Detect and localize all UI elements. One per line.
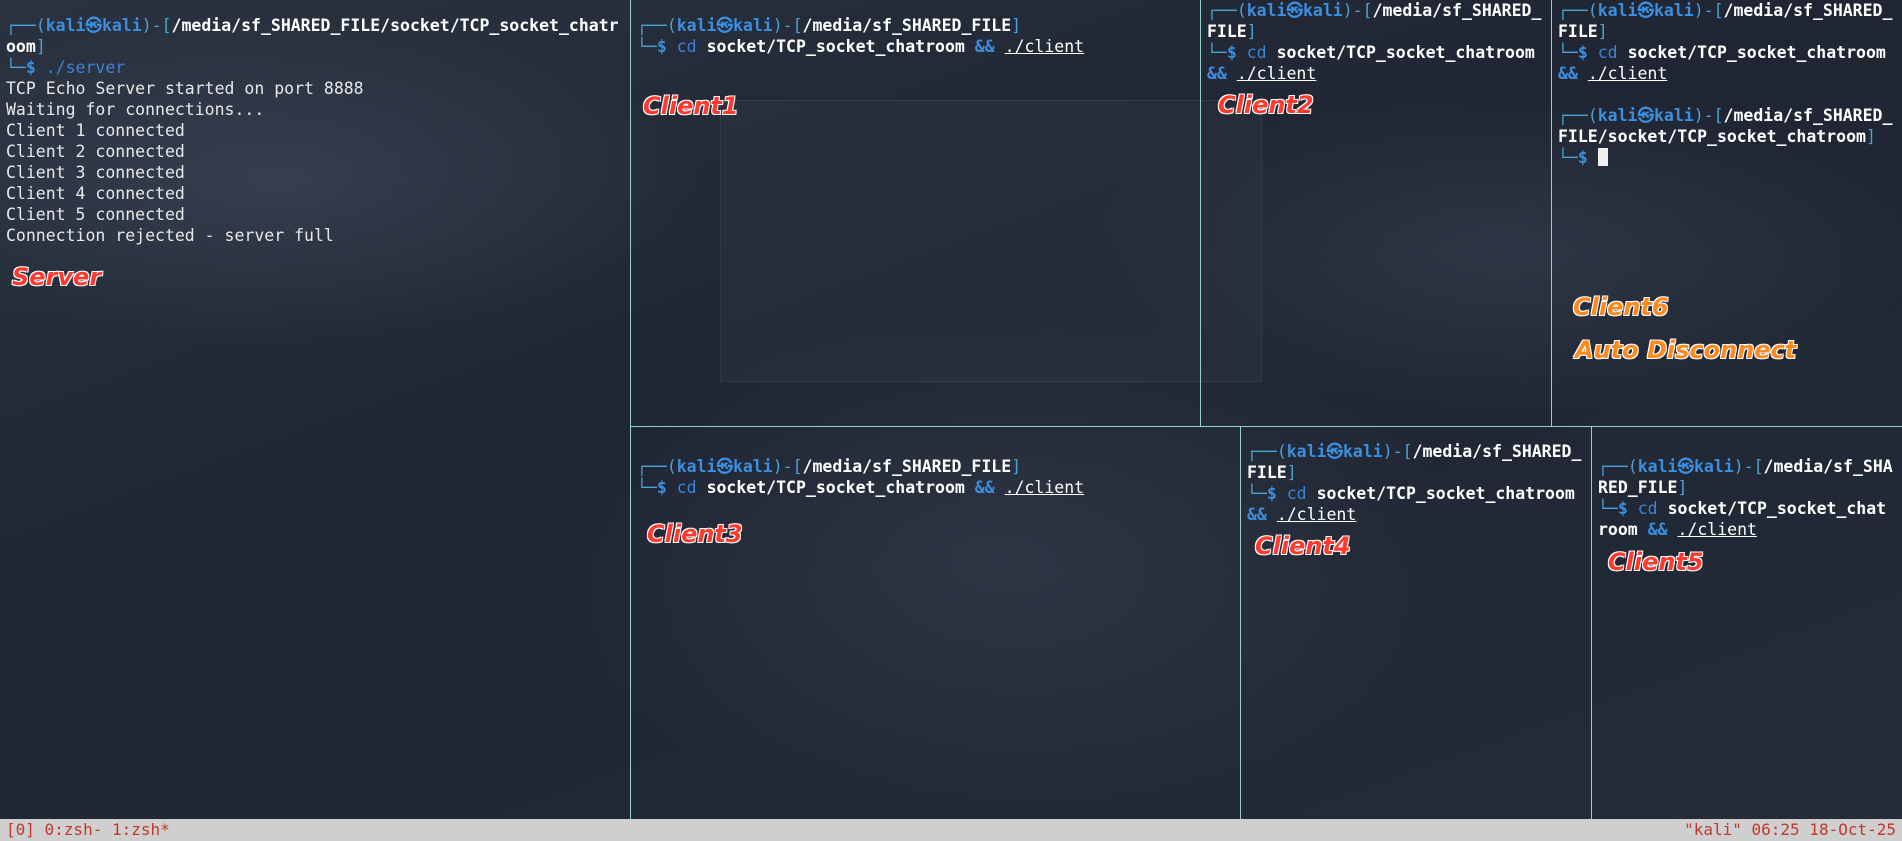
client1-annotation: Client1 (643, 92, 739, 120)
prompt-line-1: ┌──(kali㉿kali)-[/media/sf_SHARED_FILE] (637, 16, 1022, 35)
client4-annotation: Client4 (1255, 532, 1351, 560)
pane-divider[interactable] (1200, 0, 1201, 426)
window-list[interactable]: [0] 0:zsh- 1:zsh* (6, 819, 170, 841)
output-line: Client 3 connected (6, 163, 185, 182)
output-line: Client 5 connected (6, 205, 185, 224)
prompt-line-2: └─$ cd socket/TCP_socket_chatroom && ./c… (1207, 43, 1535, 83)
prompt-line-1: ┌──(kali㉿kali)-[/media/sf_SHARED_FILE] (1247, 442, 1582, 482)
client5-annotation: Client5 (1608, 548, 1704, 576)
pane-divider[interactable] (1240, 427, 1241, 819)
pane-divider[interactable] (631, 426, 1902, 427)
prompt-line-2: └─$ cd socket/TCP_socket_chatroom && ./c… (1598, 499, 1887, 539)
pane-divider[interactable] (1551, 0, 1552, 426)
prompt-line-1: ┌──(kali㉿kali)-[/media/sf_SHARED_FILE] (1598, 457, 1893, 497)
output-line: Waiting for connections... (6, 100, 265, 119)
output-line: Connection rejected - server full (6, 226, 334, 245)
terminal-cursor (1597, 148, 1608, 166)
pane-divider[interactable] (1591, 427, 1592, 819)
prompt-line-4: └─$ (1558, 147, 1896, 168)
client2-pane[interactable]: ┌──(kali㉿kali)-[/media/sf_SHARED_FILE] └… (1201, 0, 1551, 426)
client6-annotation: Client6 (1573, 293, 1669, 321)
prompt-line-2: └─$ cd socket/TCP_socket_chatroom && ./c… (637, 37, 1085, 56)
client4-pane[interactable]: ┌──(kali㉿kali)-[/media/sf_SHARED_FILE] └… (1241, 426, 1591, 819)
prompt-line-1: ┌──(kali㉿kali)-[/media/sf_SHARED_FILE] (1207, 1, 1542, 41)
prompt-line-3: ┌──(kali㉿kali)-[/media/sf_SHARED_FILE/so… (1558, 106, 1893, 146)
prompt-line-1: ┌──(kali㉿kali)-[/media/sf_SHARED_FILE/so… (6, 16, 619, 56)
output-line: Client 4 connected (6, 184, 185, 203)
client3-pane[interactable]: ┌──(kali㉿kali)-[/media/sf_SHARED_FILE] └… (631, 441, 1240, 819)
auto-disconnect-annotation: Auto Disconnect (1575, 336, 1797, 364)
client5-pane[interactable]: ┌──(kali㉿kali)-[/media/sf_SHARED_FILE] └… (1592, 441, 1902, 819)
client1-pane[interactable]: ┌──(kali㉿kali)-[/media/sf_SHARED_FILE] └… (631, 0, 1200, 426)
server-annotation: Server (12, 263, 102, 291)
prompt-line-2: └─$ cd socket/TCP_socket_chatroom && ./c… (1558, 43, 1886, 83)
status-host-time: "kali" 06:25 18-Oct-25 (1684, 820, 1896, 839)
server-command: ./server (45, 58, 126, 77)
output-line: TCP Echo Server started on port 8888 (6, 79, 364, 98)
tmux-status-bar: [0] 0:zsh- 1:zsh* "kali" 06:25 18-Oct-25 (0, 819, 1902, 841)
output-line: Client 2 connected (6, 142, 185, 161)
prompt-line-1: ┌──(kali㉿kali)-[/media/sf_SHARED_FILE] (637, 457, 1022, 476)
prompt-line-2: └─$ cd socket/TCP_socket_chatroom && ./c… (637, 478, 1085, 497)
server-output: TCP Echo Server started on port 8888 Wai… (6, 78, 624, 246)
client3-annotation: Client3 (647, 520, 743, 548)
server-pane[interactable]: ┌──(kali㉿kali)-[/media/sf_SHARED_FILE/so… (0, 0, 630, 819)
output-line: Client 1 connected (6, 121, 185, 140)
prompt-line-2: └─$ cd socket/TCP_socket_chatroom && ./c… (1247, 484, 1575, 524)
pane-divider[interactable] (630, 0, 631, 819)
prompt-line-2: └─$ ./server (6, 58, 126, 77)
prompt-line-1: ┌──(kali㉿kali)-[/media/sf_SHARED_FILE] (1558, 1, 1893, 41)
client2-annotation: Client2 (1218, 91, 1314, 119)
